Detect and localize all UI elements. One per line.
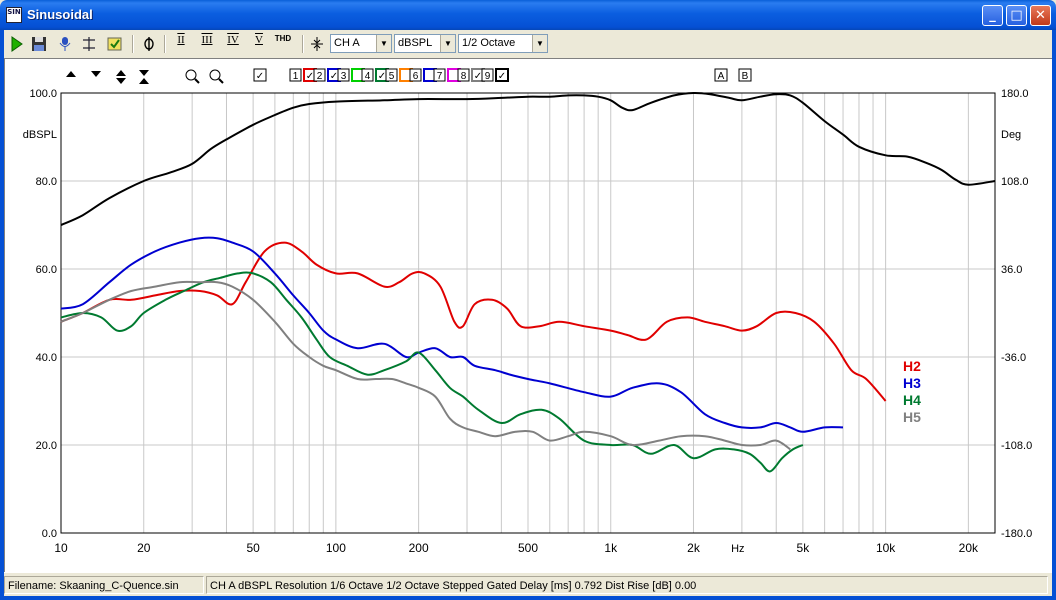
toolbar-separator xyxy=(164,35,166,53)
window-frame-bottom xyxy=(0,596,1056,600)
y-tick-label: 80.0 xyxy=(36,176,57,188)
chevron-down-icon[interactable]: ▼ xyxy=(532,35,547,52)
y-tick-label: 0.0 xyxy=(42,528,57,540)
check-mark-icon: ✓ xyxy=(330,71,338,82)
channel-number-label: 9 xyxy=(485,71,491,82)
play-icon[interactable] xyxy=(8,34,26,54)
harmonic-ii-button[interactable]: II xyxy=(172,34,190,54)
marker-b-label: B xyxy=(742,71,749,82)
check-mark-icon: ✓ xyxy=(306,71,314,82)
legend-h2: H2 xyxy=(903,358,921,374)
frequency-response-chart[interactable]: 0.0 20.0 40.0 60.0 80.0 100.0 -180.0 -108.0 -36.… xyxy=(5,59,1053,573)
window-title: Sinusoidal xyxy=(27,7,93,22)
y2-axis-label: Deg xyxy=(1001,129,1021,141)
checklist-icon[interactable] xyxy=(106,34,124,54)
compress-vertical-icon xyxy=(139,70,149,84)
maximize-button[interactable]: □ xyxy=(1006,5,1027,26)
y-axis-label: dBSPL xyxy=(23,129,57,141)
x-tick-label: 10 xyxy=(54,541,68,555)
chevron-down-icon[interactable]: ▼ xyxy=(376,35,391,52)
harmonic-iv-button[interactable]: IV xyxy=(224,34,242,54)
chevron-down-icon[interactable]: ▼ xyxy=(440,35,455,52)
main-toolbar: II III IV V THD CH A ▼ dBSPL ▼ 1/2 Octav… xyxy=(4,31,1052,57)
toolbar-separator xyxy=(302,35,304,53)
plot-panel: 0.0 20.0 40.0 60.0 80.0 100.0 -180.0 -108.0 -36.… xyxy=(4,58,1052,572)
app-icon: SIN xyxy=(6,7,22,23)
legend-h3: H3 xyxy=(903,375,921,391)
status-filename: Filename: Skaaning_C-Quence.sin xyxy=(4,576,204,594)
check-mark-icon: ✓ xyxy=(256,71,264,82)
check-mark-icon: ✓ xyxy=(498,71,506,82)
y-tick-label: 60.0 xyxy=(36,264,57,276)
y2-tick-label: 108.0 xyxy=(1001,176,1029,188)
check-mark-icon: ✓ xyxy=(474,71,482,82)
channel-number-label: 6 xyxy=(413,71,419,82)
zoom-in-icon xyxy=(185,69,197,81)
status-bar: Filename: Skaaning_C-Quence.sin CH A dBS… xyxy=(4,572,1052,596)
x-tick-label: 10k xyxy=(876,541,896,555)
h3-series-line xyxy=(60,236,844,433)
toolbar-separator xyxy=(132,35,134,53)
x-tick-label: 1k xyxy=(604,541,618,555)
legend-h5: H5 xyxy=(903,409,921,425)
x-tick-label: 200 xyxy=(409,541,429,555)
microphone-icon[interactable] xyxy=(56,34,74,54)
channel-number-label: 2 xyxy=(317,71,323,82)
harmonic-v-button[interactable]: V xyxy=(250,34,268,54)
unit-select-value: dBSPL xyxy=(398,37,433,49)
h5-series-line xyxy=(60,280,791,451)
y2-tick-label: 36.0 xyxy=(1001,264,1022,276)
y-tick-label: 40.0 xyxy=(36,352,57,364)
x-tick-label: 100 xyxy=(326,541,346,555)
channel-number-label: 5 xyxy=(389,71,395,82)
channel-select-value: CH A xyxy=(334,37,360,49)
y-tick-label: 20.0 xyxy=(36,440,57,452)
close-button[interactable]: ✕ xyxy=(1030,5,1051,26)
legend-h4: H4 xyxy=(903,392,921,408)
channel-number-label: 4 xyxy=(365,71,371,82)
channel-select[interactable]: CH A ▼ xyxy=(330,34,392,53)
magnifier-handle-icon xyxy=(218,78,224,84)
thd-button[interactable]: THD xyxy=(274,34,292,54)
unit-select[interactable]: dBSPL ▼ xyxy=(394,34,456,53)
y2-tick-label: -108.0 xyxy=(1001,440,1032,452)
y2-tick-label: 180.0 xyxy=(1001,88,1029,100)
channel-number-label: 3 xyxy=(341,71,347,82)
harmonic-iii-button[interactable]: III xyxy=(198,34,216,54)
expand-vertical-icon xyxy=(116,70,126,84)
floppy-icon[interactable] xyxy=(30,34,48,54)
x-tick-label: 2k xyxy=(687,541,701,555)
zoom-out-icon xyxy=(209,69,221,81)
status-settings: CH A dBSPL Resolution 1/6 Octave 1/2 Oct… xyxy=(206,576,1048,594)
check-mark-icon: ✓ xyxy=(378,71,386,82)
magnifier-handle-icon xyxy=(194,78,200,84)
phase-icon[interactable] xyxy=(140,34,158,54)
x-tick-label: 20k xyxy=(959,541,979,555)
channel-number-label: 8 xyxy=(461,71,467,82)
y2-tick-label: -180.0 xyxy=(1001,528,1032,540)
x-axis-unit-label: Hz xyxy=(731,543,744,555)
marker-a-label: A xyxy=(718,71,725,82)
x-tick-label: 20 xyxy=(137,541,151,555)
arrow-up-icon xyxy=(66,71,76,77)
x-tick-label: 5k xyxy=(797,541,811,555)
h4-series-line xyxy=(60,271,804,473)
scale-icon[interactable] xyxy=(308,34,326,54)
channel-number-label: 7 xyxy=(437,71,443,82)
smoothing-select[interactable]: 1/2 Octave ▼ xyxy=(458,34,548,53)
smoothing-select-value: 1/2 Octave xyxy=(462,37,516,49)
h2-series-line xyxy=(60,241,887,402)
title-bar: SIN Sinusoidal _ □ ✕ xyxy=(0,0,1056,30)
arrow-down-icon xyxy=(91,71,101,77)
channel-number-label: 1 xyxy=(293,71,299,82)
x-tick-label: 500 xyxy=(518,541,538,555)
cursor-arrows-icon[interactable] xyxy=(80,34,98,54)
y-tick-label: 100.0 xyxy=(29,88,57,100)
y2-tick-label: -36.0 xyxy=(1001,352,1026,364)
minimize-button[interactable]: _ xyxy=(982,5,1003,26)
x-tick-label: 50 xyxy=(246,541,260,555)
